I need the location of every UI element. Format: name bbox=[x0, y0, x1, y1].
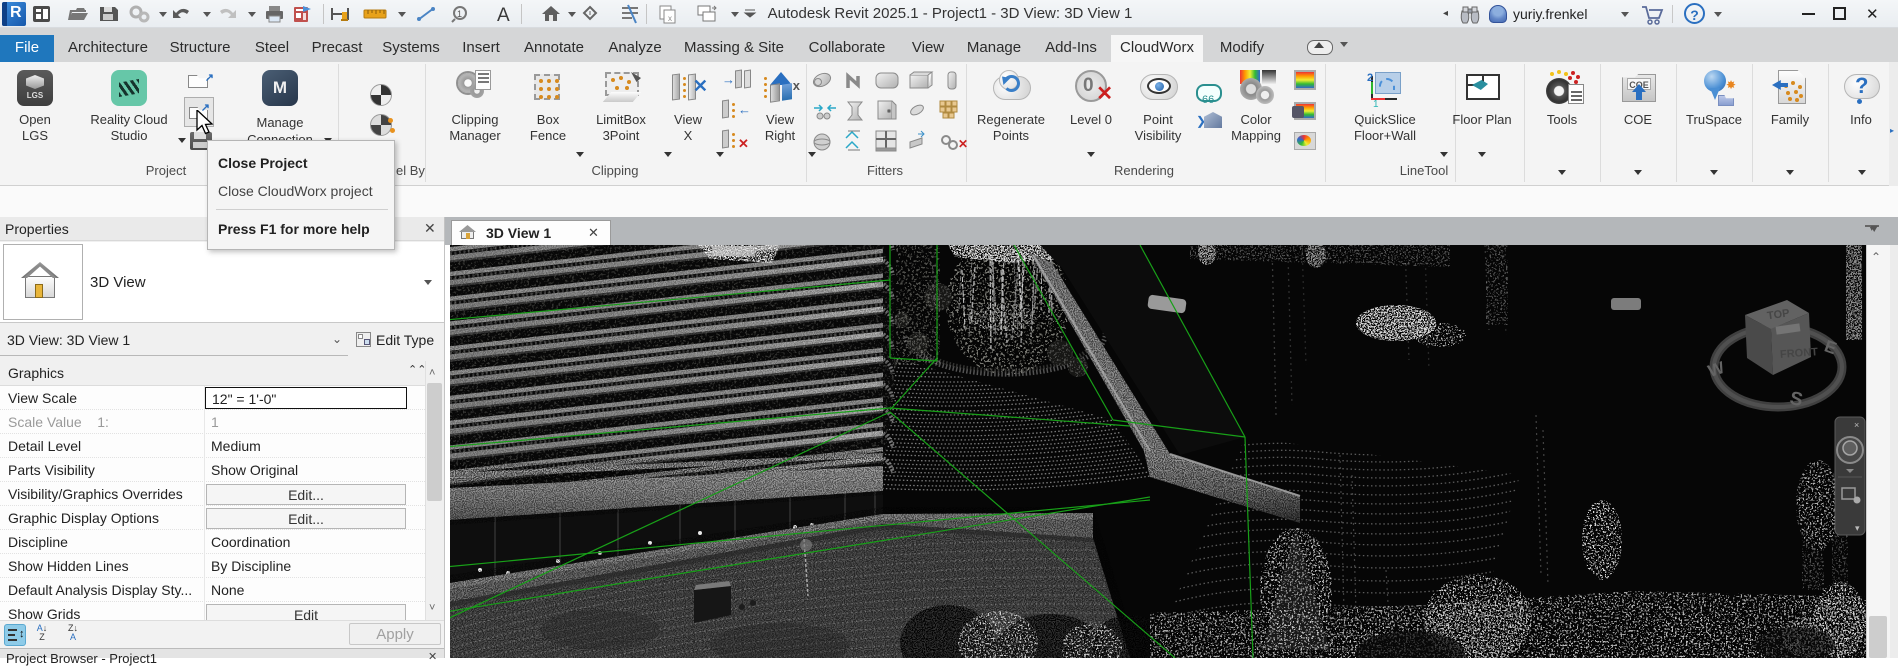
svg-text:×: × bbox=[1854, 420, 1859, 430]
svg-text:1: 1 bbox=[457, 9, 462, 19]
svg-text:A: A bbox=[497, 5, 510, 26]
svg-text:▾: ▾ bbox=[1855, 523, 1860, 533]
